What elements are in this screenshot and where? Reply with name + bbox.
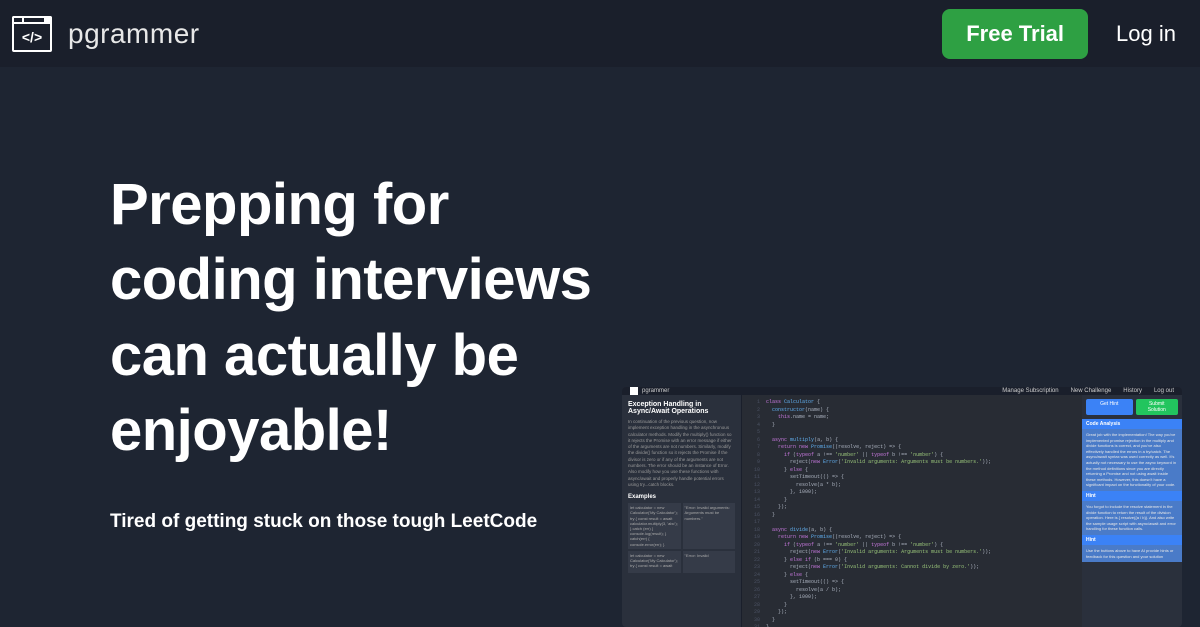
preview-submit-button: Submit Solution [1136,399,1179,415]
hero-section: Prepping for coding interviews can actua… [0,67,1200,533]
preview-nav-manage: Manage Subscription [1002,388,1058,394]
hero-subtitle: Tired of getting stuck on those tough Le… [110,511,630,533]
brand-name: pgrammer [68,18,200,50]
preview-analysis-body: Great job with the implementation! The w… [1082,429,1182,491]
preview-problem-title: Exception Handling in Async/Await Operat… [628,401,735,415]
preview-problem-panel: Exception Handling in Async/Await Operat… [622,395,742,627]
preview-analysis-title: Code Analysis [1082,419,1182,429]
preview-hint-button: Get Hint [1086,399,1133,415]
free-trial-button[interactable]: Free Trial [942,9,1088,59]
preview-hint-title: Hint [1082,535,1182,545]
preview-body: Exception Handling in Async/Await Operat… [622,395,1182,627]
preview-hint-title: Hint [1082,491,1182,501]
hero-text: Prepping for coding interviews can actua… [110,167,630,533]
preview-problem-description: In continuation of the previous question… [628,419,735,488]
preview-right-panel: Get Hint Submit Solution Code Analysis G… [1082,395,1182,627]
logo-icon: </> [12,16,52,52]
app-preview-screenshot: pgrammer Manage Subscription New Challen… [622,387,1182,627]
preview-examples-label: Examples [628,494,735,500]
header: </> pgrammer Free Trial Log in [0,0,1200,67]
preview-nav-new: New Challenge [1071,388,1112,394]
preview-example-input: let calculator = new Calculator('My Calc… [628,503,681,549]
brand[interactable]: </> pgrammer [12,16,200,52]
preview-examples-grid: let calculator = new Calculator('My Calc… [628,503,735,573]
preview-code-editor: 1class Calculator { 2 constructor(name) … [742,395,1082,627]
hero-title: Prepping for coding interviews can actua… [110,167,630,469]
preview-example-output: "Error: Invalid [683,551,736,573]
preview-logo-icon [630,387,638,395]
preview-header: pgrammer Manage Subscription New Challen… [622,387,1182,395]
preview-hint-body: You forgot to include the resolve statem… [1082,501,1182,535]
header-actions: Free Trial Log in [942,9,1176,59]
preview-nav-history: History [1123,388,1142,394]
preview-hint-body: Use the buttons above to have AI provide… [1082,545,1182,562]
login-link[interactable]: Log in [1116,21,1176,47]
preview-example-input: let calculator = new Calculator('My Calc… [628,551,681,573]
preview-nav-logout: Log out [1154,388,1174,394]
preview-brand: pgrammer [642,388,669,394]
preview-example-output: "Error: Invalid arguments: Arguments mus… [683,503,736,549]
